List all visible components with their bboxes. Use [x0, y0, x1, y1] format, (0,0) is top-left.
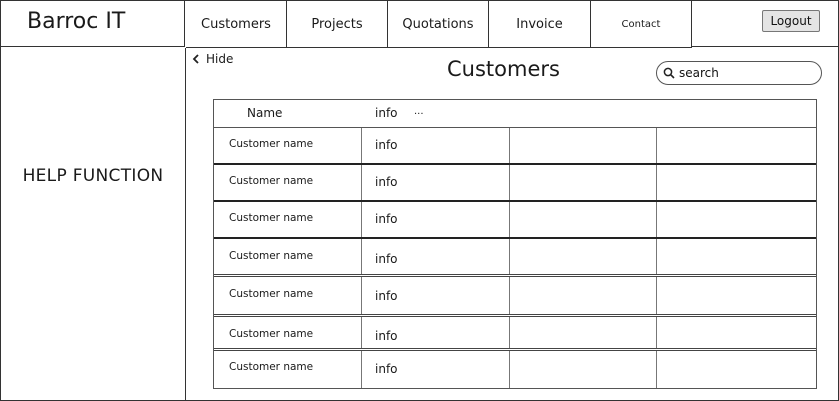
table-row[interactable]: Customer name info [214, 348, 816, 388]
search-icon [663, 67, 675, 79]
cell-empty [510, 128, 657, 163]
nav-item-customers[interactable]: Customers [186, 1, 287, 47]
table-row[interactable]: Customer name info [214, 200, 816, 237]
cell-info: info [362, 317, 510, 348]
cell-empty [657, 277, 816, 314]
cell-empty [657, 202, 816, 237]
cell-info: info [362, 128, 510, 163]
customer-info: info [375, 362, 398, 376]
search-input[interactable] [675, 66, 809, 80]
customer-info: info [375, 175, 398, 189]
table-row[interactable]: Customer name info [214, 314, 816, 348]
help-function-label: HELP FUNCTION [22, 166, 164, 186]
cell-info: info [362, 165, 510, 200]
table-row[interactable]: Customer name info [214, 237, 816, 274]
customer-name: Customer name [229, 138, 314, 150]
column-header-name: Name [247, 106, 283, 120]
customer-info: info [375, 252, 398, 266]
page-title: Customers [447, 57, 560, 81]
cell-empty [657, 351, 816, 388]
nav-item-projects[interactable]: Projects [287, 1, 388, 47]
cell-name: Customer name [214, 317, 362, 348]
hide-label: Hide [206, 52, 234, 66]
cell-info: info [362, 239, 510, 274]
cell-empty [657, 128, 816, 163]
cell-info: info [362, 351, 510, 388]
column-header-more: ... [414, 106, 424, 117]
cell-info: info [362, 277, 510, 314]
column-header-info: info [375, 106, 398, 120]
customer-info: info [375, 138, 398, 152]
customer-info: info [375, 289, 398, 303]
customer-info: info [375, 212, 398, 226]
search-box[interactable] [656, 61, 822, 85]
cell-empty [510, 277, 657, 314]
customer-name: Customer name [229, 361, 314, 373]
cell-empty [510, 239, 657, 274]
logout-button[interactable]: Logout [762, 10, 820, 32]
customer-name: Customer name [229, 288, 314, 300]
customer-name: Customer name [229, 175, 314, 187]
table-row[interactable]: Customer name info [214, 127, 816, 163]
cell-name: Customer name [214, 239, 362, 274]
cell-name: Customer name [214, 128, 362, 163]
customers-table: Name info ... Customer name info Custome… [213, 99, 817, 389]
cell-name: Customer name [214, 165, 362, 200]
help-sidebar: HELP FUNCTION [1, 48, 186, 400]
cell-empty [510, 165, 657, 200]
hide-sidebar-button[interactable]: Hide [192, 52, 233, 66]
cell-empty [657, 317, 816, 348]
table-header: Name info ... [214, 100, 816, 128]
app-frame: Barroc IT Customers Projects Quotations … [0, 0, 839, 401]
table-row[interactable]: Customer name info [214, 163, 816, 200]
nav-item-invoice[interactable]: Invoice [489, 1, 591, 47]
cell-info: info [362, 202, 510, 237]
customer-info: info [375, 329, 398, 343]
cell-empty [657, 165, 816, 200]
cell-empty [510, 351, 657, 388]
nav-item-quotations[interactable]: Quotations [388, 1, 489, 47]
customer-name: Customer name [229, 212, 314, 224]
cell-name: Customer name [214, 351, 362, 388]
nav-item-contact[interactable]: Contact [591, 1, 692, 47]
cell-empty [510, 202, 657, 237]
app-logo: Barroc IT [1, 1, 185, 47]
cell-empty [510, 317, 657, 348]
cell-name: Customer name [214, 277, 362, 314]
chevron-left-icon [192, 54, 200, 64]
cell-name: Customer name [214, 202, 362, 237]
cell-empty [657, 239, 816, 274]
customer-name: Customer name [229, 328, 314, 340]
table-row[interactable]: Customer name info [214, 274, 816, 314]
customer-name: Customer name [229, 250, 314, 262]
top-nav: Customers Projects Quotations Invoice Co… [186, 1, 692, 48]
top-right-area: Logout [691, 1, 838, 47]
